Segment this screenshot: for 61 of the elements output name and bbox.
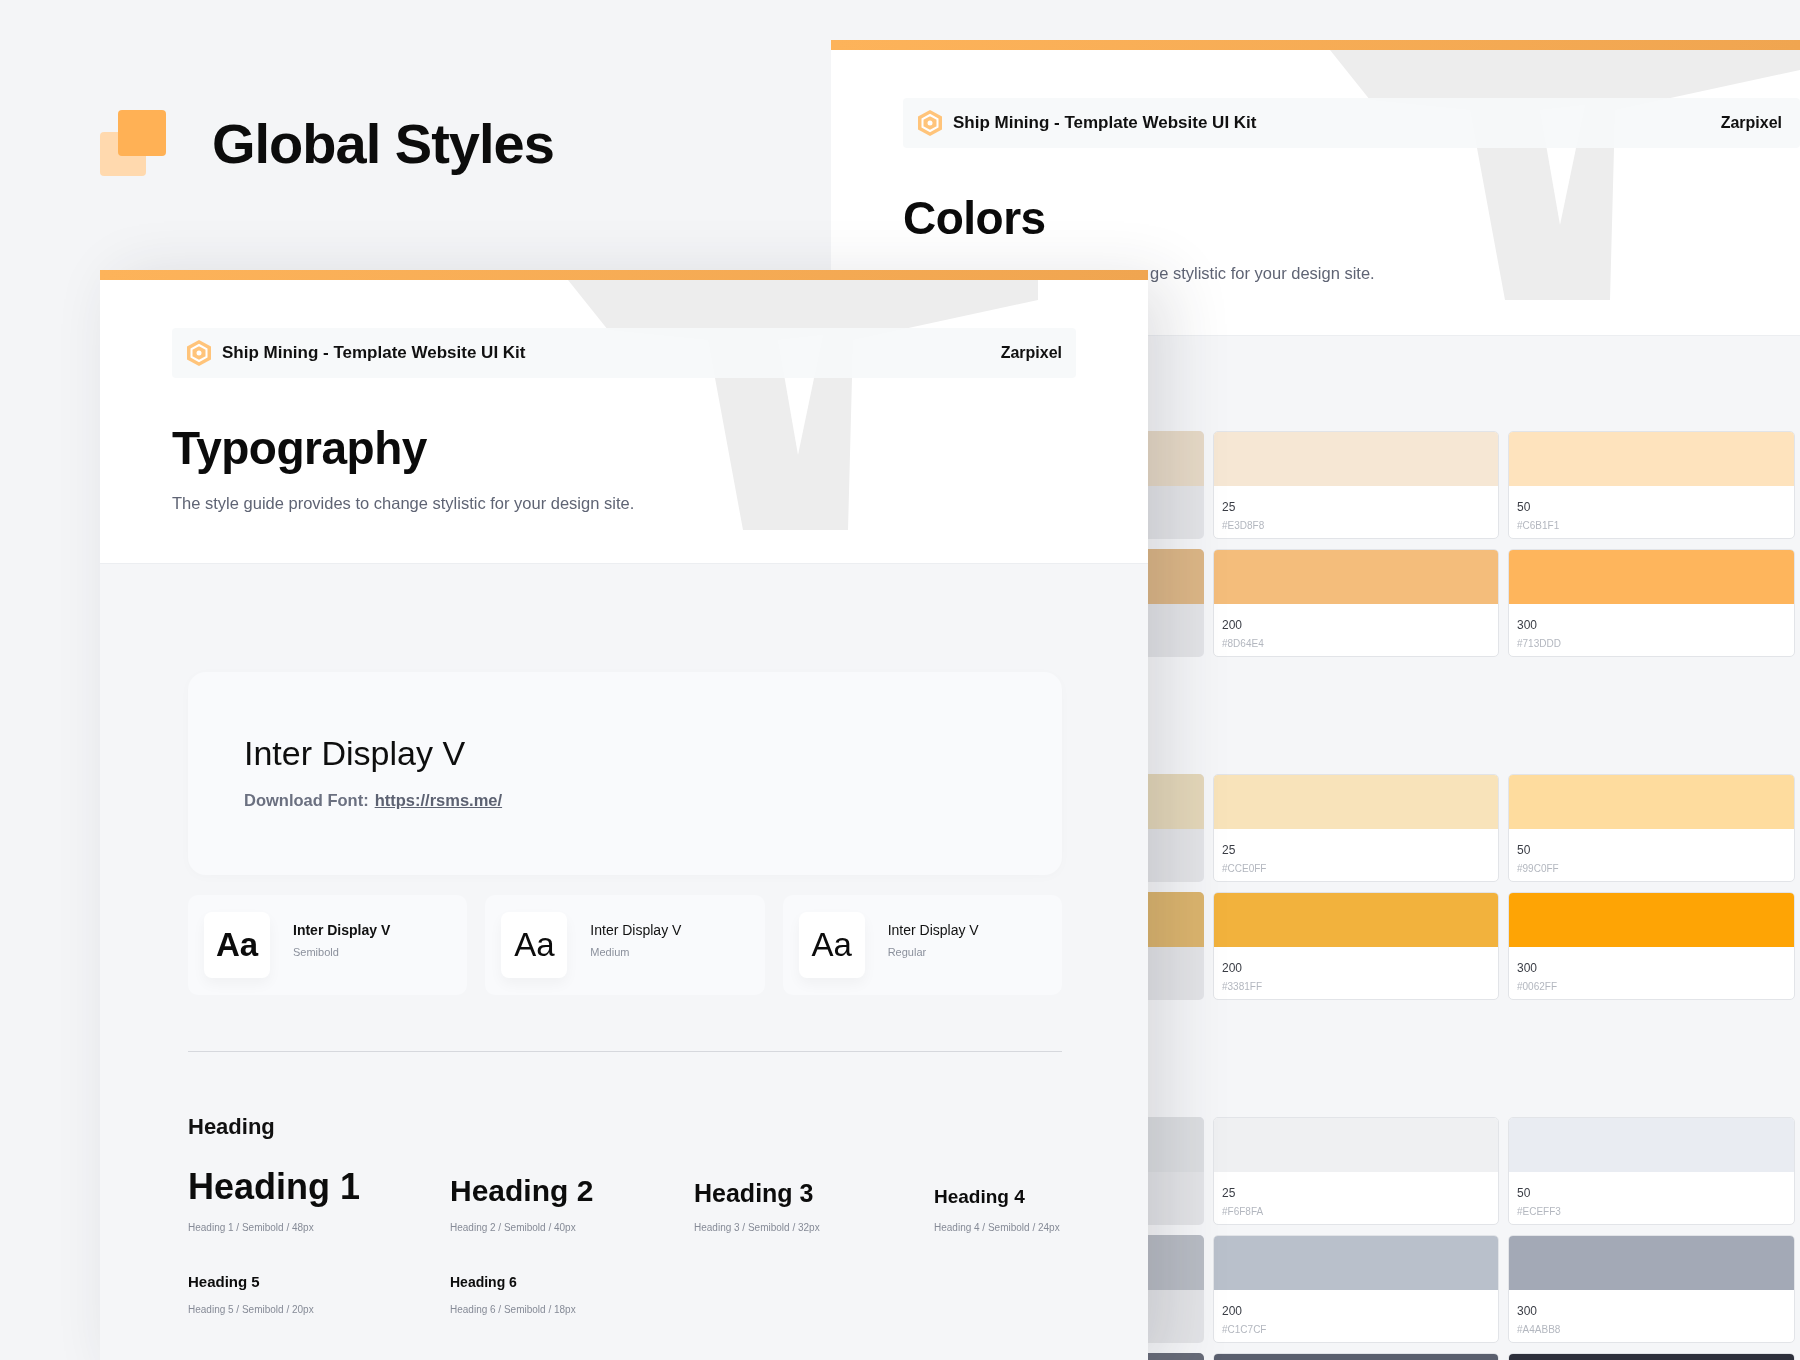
shade-label: 50 [1517, 1186, 1532, 1200]
heading-sample: Heading 3 [694, 1179, 815, 1208]
hexagon-logo-icon [186, 339, 212, 367]
heading-spec: Heading 1 / Semibold / 48px [188, 1222, 315, 1233]
heading-sample: Heading 1 [188, 1166, 362, 1208]
heading-sample: Heading 6 [450, 1274, 518, 1290]
font-name: Inter Display V [590, 922, 682, 938]
download-label: Download Font: [244, 791, 369, 810]
download-link[interactable]: https://rsms.me/ [374, 791, 503, 810]
squares-logo-icon [100, 110, 166, 176]
font-name: Inter Display V [293, 922, 391, 938]
hex-code: #C1C7CF [1222, 1324, 1268, 1335]
hex-code: #F6F8FA [1222, 1206, 1265, 1217]
weight-name: Semibold [293, 946, 340, 958]
hex-code: #99C0FF [1517, 863, 1560, 874]
heading-spec: Heading 4 / Semibold / 24px [934, 1222, 1061, 1233]
hex-code: #3381FF [1222, 981, 1264, 992]
shade-label: 50 [1517, 500, 1532, 514]
hex-code: #8D64E4 [1222, 638, 1265, 649]
font-sample: Aa [501, 912, 568, 978]
font-sample: Aa [204, 912, 270, 978]
heading-sample: Heading 2 [450, 1174, 595, 1208]
shade-label: 25 [1222, 1186, 1237, 1200]
heading-spec: Heading 5 / Semibold / 20px [188, 1304, 315, 1315]
shade-label: 50 [1517, 843, 1532, 857]
shade-label: 200 [1222, 618, 1244, 632]
weight-name: Medium [590, 946, 631, 958]
shade-label: 25 [1222, 843, 1237, 857]
colors-heading: Colors [903, 191, 1047, 246]
hexagon-logo-icon [917, 109, 943, 137]
weight-name: Regular [887, 946, 928, 958]
heading-sample: Heading 5 [188, 1273, 261, 1290]
heading-spec: Heading 2 / Semibold / 40px [450, 1222, 577, 1233]
hex-code: #C6B1F1 [1517, 520, 1561, 531]
hex-code: #CCE0FF [1222, 863, 1268, 874]
page-description: ge stylistic for your design site. [1149, 264, 1376, 283]
heading-sample: Heading 4 [934, 1186, 1026, 1208]
kit-name: Ship Mining - Template Website UI Kit [953, 113, 1257, 133]
page-title: Global Styles [212, 110, 554, 176]
heading-spec: Heading 6 / Semibold / 18px [450, 1304, 577, 1315]
font-name: Inter Display V [244, 734, 467, 773]
shade-label: 200 [1222, 961, 1244, 975]
section-title: Heading [188, 1114, 276, 1140]
heading-spec: Heading 3 / Semibold / 32px [694, 1222, 821, 1233]
shade-label: 200 [1222, 1304, 1244, 1318]
shade-label: 300 [1517, 1304, 1539, 1318]
hex-code: #0062FF [1517, 981, 1559, 992]
font-sample: Aa [798, 912, 865, 978]
shade-label: 25 [1222, 500, 1237, 514]
kit-name: Ship Mining - Template Website UI Kit [222, 343, 526, 363]
hex-code: #ECEFF3 [1517, 1206, 1562, 1217]
typography-heading: Typography [172, 421, 428, 476]
author-name: Zarpixel [1000, 344, 1062, 362]
hex-code: #A4ABB8 [1517, 1324, 1562, 1335]
page-description: The style guide provides to change stylistic for your design site. [172, 494, 636, 513]
font-name: Inter Display V [887, 922, 979, 938]
shade-label: 300 [1517, 961, 1539, 975]
shade-label: 300 [1517, 618, 1539, 632]
author-name: Zarpixel [1720, 114, 1782, 132]
hex-code: #713DDD [1517, 638, 1562, 649]
hex-code: #E3D8F8 [1222, 520, 1266, 531]
